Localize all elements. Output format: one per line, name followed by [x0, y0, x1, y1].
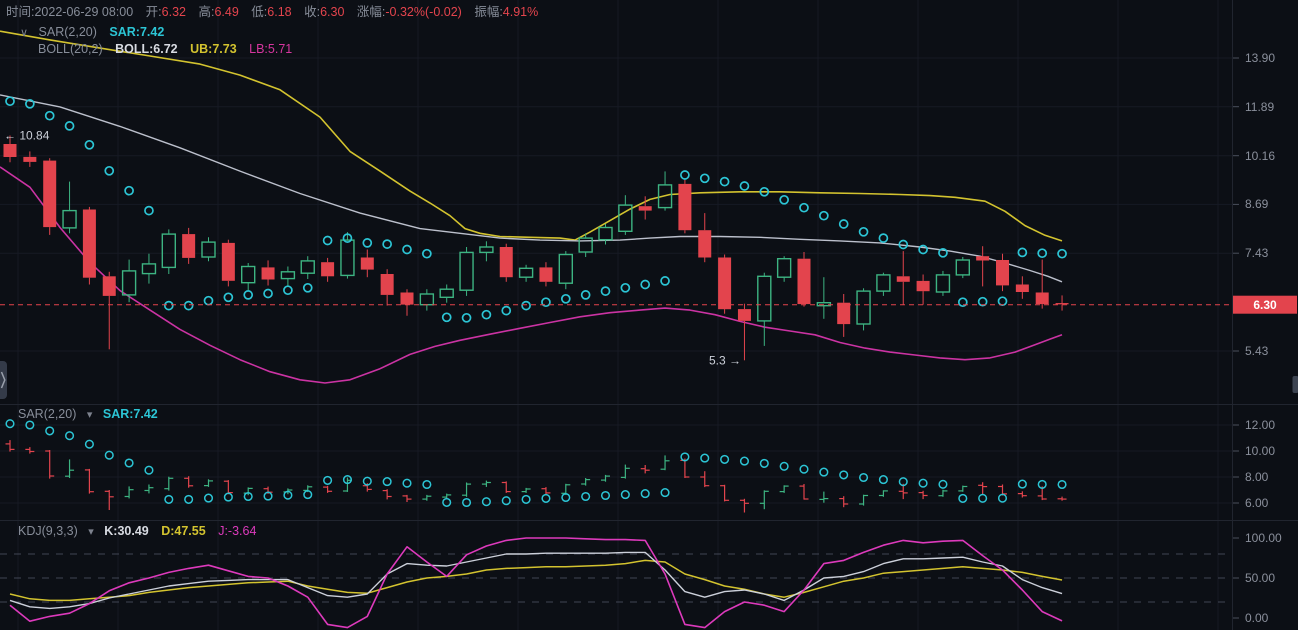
sar-panel-name[interactable]: SAR(2,20) [18, 407, 76, 421]
open-label: 开: [146, 5, 162, 19]
kdj-k-value: K:30.49 [104, 524, 148, 538]
time-value: 时间:2022-06-29 08:00 [6, 5, 133, 19]
chart-app: 6.30← 10.845.3 → 时间:2022-06-29 08:00 开:6… [0, 0, 1298, 630]
kdj-dropdown-icon[interactable]: ▾ [88, 526, 94, 538]
boll-ub-value: UB:7.73 [190, 42, 237, 56]
change-value: -0.32%(-0.02) [385, 5, 461, 19]
collapse-chevron-icon[interactable]: ∨ [20, 27, 28, 39]
last-price-value: 6.30 [1253, 298, 1277, 312]
boll-mb-value: BOLL:6.72 [115, 42, 178, 56]
axis-tick-label: 13.90 [1245, 50, 1275, 66]
scroll-left-handle[interactable] [0, 361, 7, 399]
high-value: 6.49 [214, 5, 238, 19]
amplitude-label: 振幅: [474, 5, 502, 19]
open-value: 6.32 [162, 5, 186, 19]
high-price-marker: ← 10.84 [4, 129, 50, 143]
sar-legend-main: ∨ SAR(2,20) SAR:7.42 [20, 24, 164, 41]
ohlc-header: 时间:2022-06-29 08:00 开:6.32 高:6.49 低:6.18… [6, 4, 538, 20]
boll-indicator-name[interactable]: BOLL(20,2) [38, 42, 103, 56]
kdj-d-value: D:47.55 [161, 524, 205, 538]
axis-tick-label: 0.00 [1245, 610, 1268, 626]
low-price-marker: 5.3 → [709, 353, 741, 367]
axis-tick-label: 10.00 [1245, 443, 1275, 459]
axis-tick-label: 100.00 [1245, 530, 1282, 546]
axis-tick-label: 7.43 [1245, 245, 1268, 261]
kdj-panel-legend: KDJ(9,3,3) ▾ K:30.49 D:47.55 J:-3.64 [18, 523, 256, 540]
kdj-panel-name[interactable]: KDJ(9,3,3) [18, 524, 78, 538]
boll-legend: BOLL(20,2) BOLL:6.72 UB:7.73 LB:5.71 [38, 41, 292, 57]
kdj-j-value: J:-3.64 [218, 524, 256, 538]
axis-tick-label: 11.89 [1245, 99, 1274, 115]
axis-tick-label: 6.00 [1245, 495, 1268, 511]
low-value: 6.18 [267, 5, 291, 19]
high-label: 高: [198, 5, 214, 19]
amplitude-value: 4.91% [503, 5, 538, 19]
sar-indicator-value: SAR:7.42 [109, 25, 164, 39]
axis-tick-label: 12.00 [1245, 417, 1275, 433]
axis-tick-label: 50.00 [1245, 570, 1275, 586]
low-label: 低: [251, 5, 267, 19]
close-label: 收: [304, 5, 320, 19]
close-value: 6.30 [320, 5, 344, 19]
sar-panel-value: SAR:7.42 [103, 407, 158, 421]
scrollbar-handle[interactable] [1293, 376, 1298, 393]
boll-lb-value: LB:5.71 [249, 42, 292, 56]
axis-tick-label: 10.16 [1245, 148, 1275, 164]
sar-indicator-name[interactable]: SAR(2,20) [39, 25, 97, 39]
change-label: 涨幅: [357, 5, 385, 19]
sar-panel-legend: SAR(2,20) ▾ SAR:7.42 [18, 406, 158, 423]
axis-tick-label: 8.69 [1245, 196, 1268, 212]
sar-dropdown-icon[interactable]: ▾ [87, 409, 93, 421]
axis-tick-label: 8.00 [1245, 469, 1268, 485]
axis-tick-label: 5.43 [1245, 343, 1268, 359]
